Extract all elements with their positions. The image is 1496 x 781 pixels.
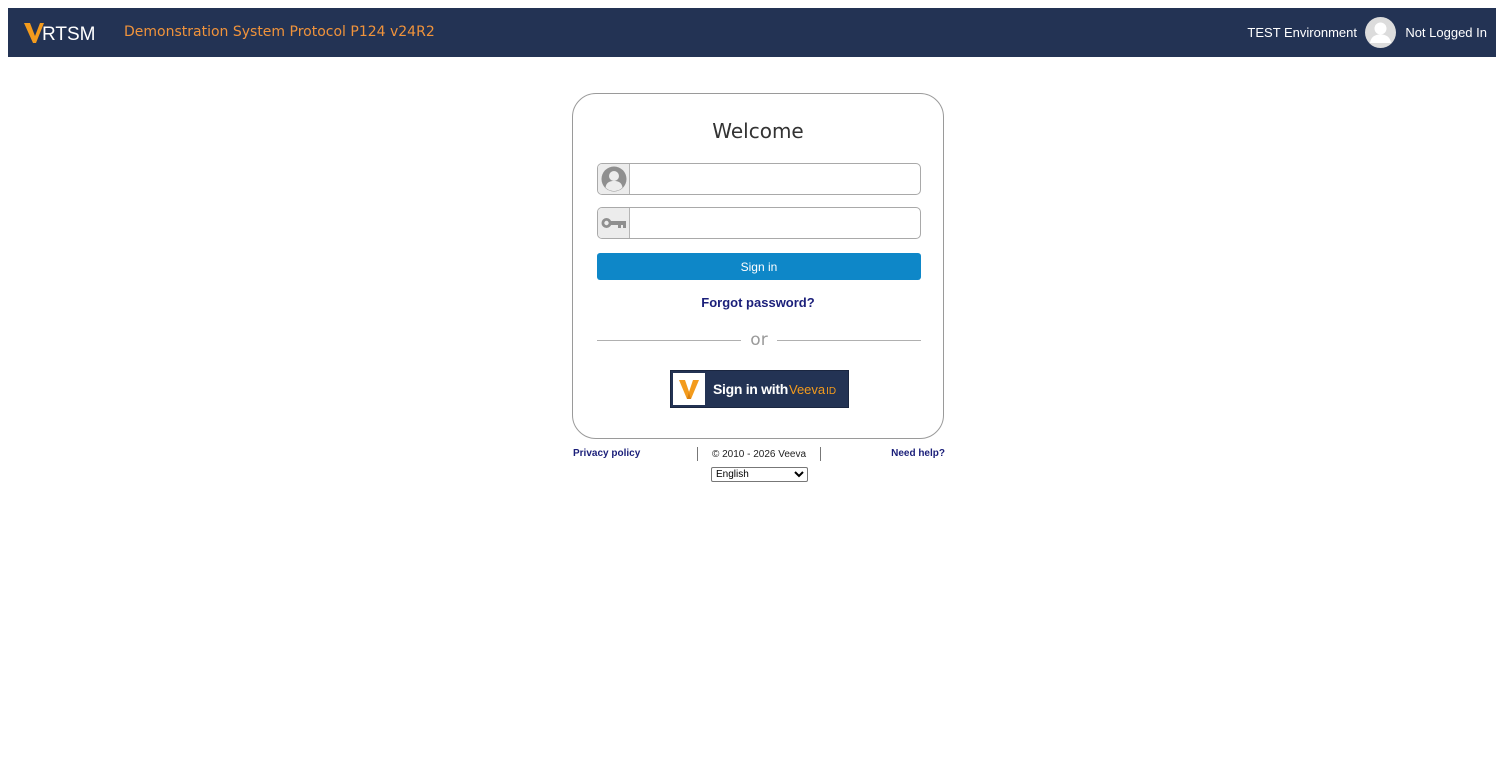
login-card: Welcome Sign in Forgot password? or Sign… — [572, 93, 944, 439]
forgot-password-link[interactable]: Forgot password? — [573, 295, 943, 310]
svg-text:RTSM: RTSM — [42, 24, 95, 45]
user-icon — [598, 164, 630, 194]
copyright-text: © 2010 - 2026 Veeva — [711, 449, 807, 460]
rtsm-logo: RTSM — [24, 21, 96, 45]
password-field — [597, 207, 921, 239]
login-status: Not Logged In — [1405, 25, 1487, 40]
sign-in-with-veeva-id-button[interactable]: Sign in with VeevaID — [670, 370, 849, 408]
password-input[interactable] — [630, 208, 920, 238]
top-navigation-bar: RTSM Demonstration System Protocol P124 … — [8, 8, 1496, 57]
divider-left — [597, 340, 741, 341]
key-icon — [598, 208, 630, 238]
study-title: Demonstration System Protocol P124 v24R2 — [124, 24, 435, 40]
privacy-policy-link[interactable]: Privacy policy — [573, 448, 640, 459]
username-input[interactable] — [630, 164, 920, 194]
username-field — [597, 163, 921, 195]
welcome-heading: Welcome — [712, 119, 804, 143]
language-select[interactable]: English — [711, 467, 808, 482]
divider-right — [777, 340, 921, 341]
user-avatar-icon[interactable] — [1365, 17, 1396, 48]
sign-in-button[interactable]: Sign in — [597, 253, 921, 280]
veeva-brand-id: ID — [826, 386, 837, 397]
need-help-link[interactable]: Need help? — [891, 448, 945, 459]
veeva-brand-name: Veeva — [789, 382, 826, 397]
or-separator: or — [750, 330, 768, 350]
veeva-v-logo-icon — [673, 373, 705, 405]
veeva-brand: VeevaID — [789, 382, 836, 397]
veeva-sign-in-label: Sign in with — [713, 381, 788, 397]
footer-separator — [820, 447, 821, 461]
environment-label: TEST Environment — [1247, 25, 1357, 40]
